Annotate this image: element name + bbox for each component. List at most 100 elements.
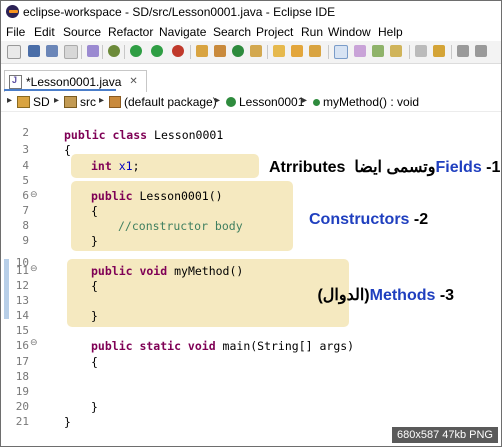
external-tools-icon[interactable] <box>172 45 184 57</box>
breadcrumb-source-folder[interactable]: src <box>64 95 96 109</box>
toolbar-separator <box>190 45 191 59</box>
menu-project[interactable]: Project <box>256 25 293 39</box>
forward-icon[interactable] <box>475 45 487 57</box>
menu-run[interactable]: Run <box>301 25 323 39</box>
open-folder-icon[interactable] <box>250 45 262 57</box>
menu-bar: File Edit Source Refactor Navigate Searc… <box>1 23 501 41</box>
editor-tab-bar: *Lesson0001.java ✕ <box>1 67 501 92</box>
code-editor[interactable]: 2 3 4 5 6 7 8 9 10 11 12 13 14 15 16 17 … <box>1 113 501 446</box>
next-annotation-icon[interactable] <box>415 45 427 57</box>
save-icon[interactable] <box>28 45 40 57</box>
annotation-fields: Atrributes وتسمى ايضا Fields -1 <box>269 159 501 176</box>
edit-icon[interactable] <box>309 45 321 57</box>
new-java-project-icon[interactable] <box>196 45 208 57</box>
highlight-icon[interactable] <box>354 45 366 57</box>
active-tab-indicator <box>4 89 116 91</box>
open-type-icon[interactable] <box>87 45 99 57</box>
menu-search[interactable]: Search <box>213 25 251 39</box>
breadcrumb: ▸ SD ▸ src ▸ (default package) ▸ Lesson0… <box>1 93 501 112</box>
change-ruler-marker <box>4 259 9 319</box>
window-title: eclipse-workspace - SD/src/Lesson0001.ja… <box>23 5 336 19</box>
coverage-icon[interactable] <box>151 45 163 57</box>
fold-toggle-icon[interactable]: ⊖ <box>30 338 38 348</box>
new-package-icon[interactable] <box>214 45 226 57</box>
code-line-method-close: } <box>91 309 98 323</box>
menu-edit[interactable]: Edit <box>34 25 55 39</box>
code-line-main-declaration: public static void main(String[] args) <box>91 339 355 353</box>
breadcrumb-label: (default package) <box>124 95 217 109</box>
package-icon <box>109 96 121 108</box>
code-line-main-close: } <box>91 400 98 414</box>
toolbar-separator <box>409 45 410 59</box>
open-task-icon[interactable] <box>273 45 285 57</box>
code-line-constructor-close: } <box>91 234 98 248</box>
fold-toggle-icon[interactable]: ⊖ <box>30 190 38 200</box>
toolbar-separator <box>102 45 103 59</box>
breadcrumb-label: SD <box>33 95 50 109</box>
line-number: 9 <box>22 234 29 247</box>
menu-file[interactable]: File <box>6 25 25 39</box>
code-line-class-declaration: public class Lesson0001 <box>64 128 224 142</box>
menu-help[interactable]: Help <box>378 25 403 39</box>
menu-source[interactable]: Source <box>63 25 101 39</box>
code-line-main-open: { <box>91 355 98 369</box>
eclipse-logo-icon <box>6 5 19 18</box>
close-icon[interactable]: ✕ <box>129 76 137 87</box>
run-icon[interactable] <box>130 45 142 57</box>
title-bar: eclipse-workspace - SD/src/Lesson0001.ja… <box>1 1 501 23</box>
line-number: 13 <box>15 294 29 307</box>
code-line-class-close: } <box>64 415 71 429</box>
line-number: 4 <box>22 159 29 172</box>
line-number: 15 <box>15 324 29 337</box>
toolbar-separator <box>124 45 125 59</box>
breadcrumb-label: src <box>80 95 96 109</box>
line-number: 19 <box>15 385 29 398</box>
line-number: 20 <box>15 400 29 413</box>
image-info-overlay: 680x587 47kb PNG <box>391 427 498 443</box>
breadcrumb-class[interactable]: Lesson0001 <box>226 95 304 109</box>
back-icon[interactable] <box>457 45 469 57</box>
project-icon <box>17 96 30 108</box>
code-line-method-open: { <box>91 279 98 293</box>
debug-icon[interactable] <box>108 45 120 57</box>
chevron-right-icon: ▸ <box>7 95 13 106</box>
code-line-constructor-open: { <box>91 204 98 218</box>
breadcrumb-label: myMethod() : void <box>323 95 420 109</box>
line-number: 18 <box>15 370 29 383</box>
main-toolbar <box>1 41 501 64</box>
code-line-class-open: { <box>64 143 71 157</box>
fold-toggle-icon[interactable]: ⊖ <box>30 264 38 274</box>
line-number: 14 <box>15 309 29 322</box>
code-line-constructor-declaration: public Lesson0001() <box>91 189 223 203</box>
java-file-icon <box>9 74 22 89</box>
menu-refactor[interactable]: Refactor <box>108 25 153 39</box>
search-icon[interactable] <box>291 45 303 57</box>
eclipse-window: eclipse-workspace - SD/src/Lesson0001.ja… <box>0 0 502 447</box>
menu-navigate[interactable]: Navigate <box>159 25 206 39</box>
line-number: 21 <box>15 415 29 428</box>
code-line-constructor-comment: //constructor body <box>118 219 243 233</box>
code-line-field: int x1; <box>91 159 140 173</box>
method-icon <box>313 98 320 106</box>
line-number: 3 <box>22 143 29 156</box>
chevron-right-icon: ▸ <box>54 95 60 106</box>
pin-icon[interactable] <box>433 45 445 57</box>
menu-window[interactable]: Window <box>328 25 371 39</box>
chevron-right-icon: ▸ <box>99 95 105 106</box>
show-whitespace-icon[interactable] <box>372 45 384 57</box>
annotation-methods: (الدوال) Methods -3 <box>313 287 455 304</box>
line-number: 7 <box>22 204 29 217</box>
source-folder-icon <box>64 96 77 108</box>
breadcrumb-package[interactable]: (default package) <box>109 95 217 109</box>
breadcrumb-project[interactable]: SD <box>17 95 50 109</box>
new-icon[interactable] <box>7 45 21 59</box>
toggle-mark-icon[interactable] <box>334 45 348 59</box>
save-all-icon[interactable] <box>46 45 58 57</box>
new-class-icon[interactable] <box>232 45 244 57</box>
block-selection-icon[interactable] <box>390 45 402 57</box>
breadcrumb-method[interactable]: myMethod() : void <box>313 95 419 109</box>
editor-tab-label: *Lesson0001.java <box>26 74 122 89</box>
line-number: 8 <box>22 219 29 232</box>
print-icon[interactable] <box>64 45 78 59</box>
line-number: 6 <box>22 189 29 202</box>
